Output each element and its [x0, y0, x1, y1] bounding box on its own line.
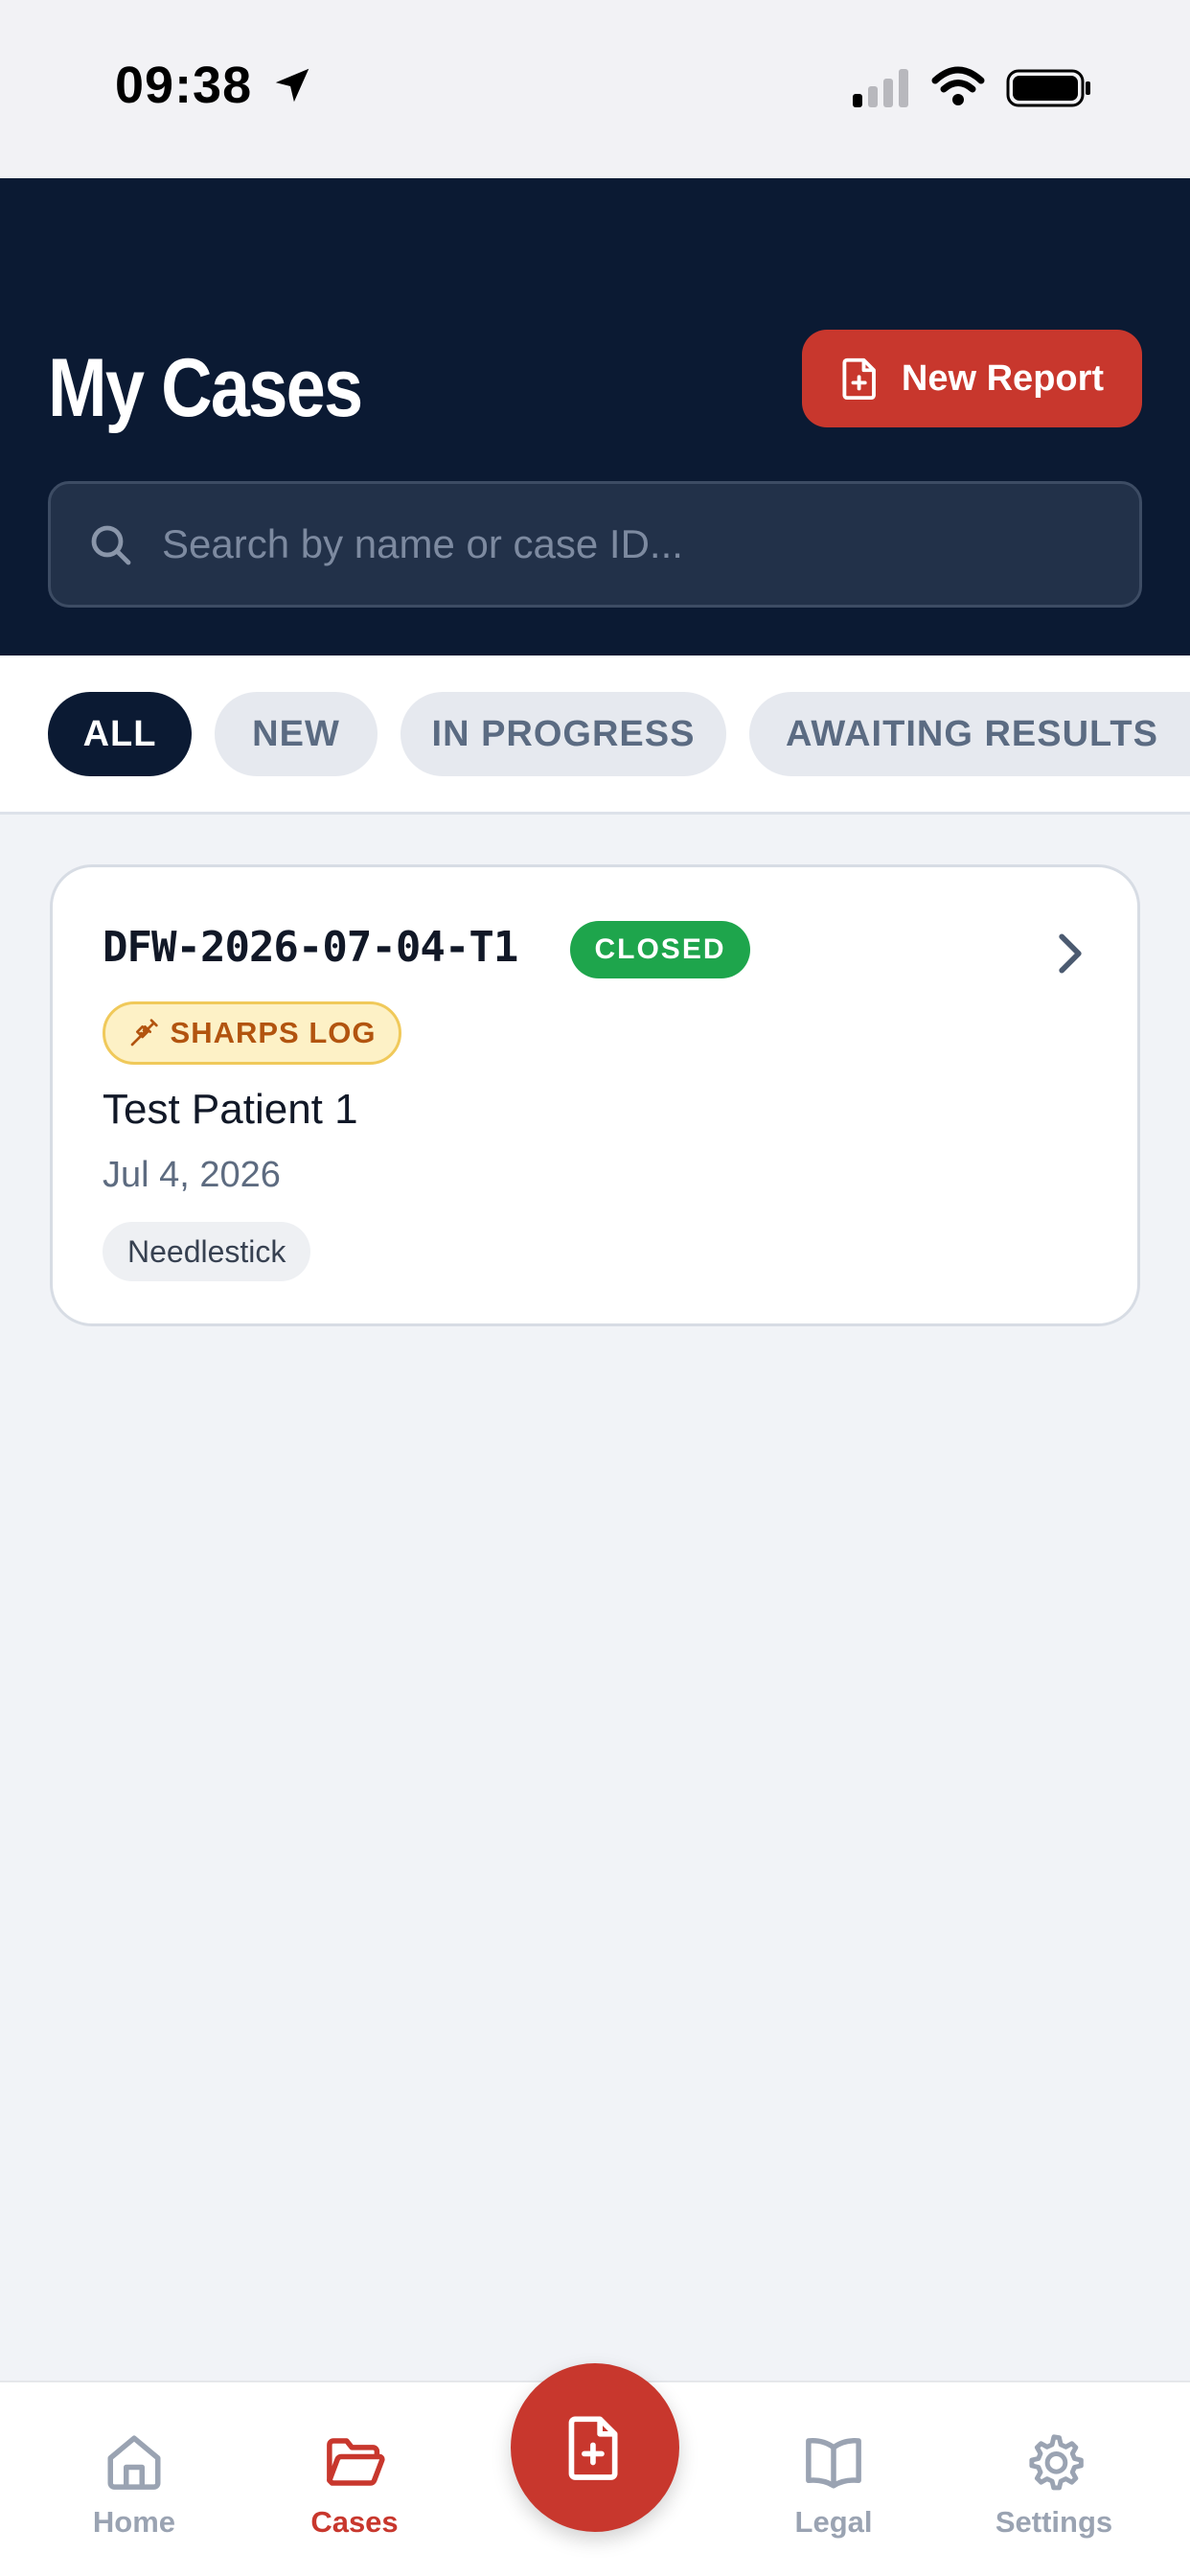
nav-item-settings[interactable]: Settings [958, 2430, 1150, 2545]
cellular-signal-icon [853, 69, 908, 107]
book-icon [806, 2438, 861, 2489]
nav-label-home: Home [92, 2505, 176, 2539]
filter-chip-label: AWAITING RESULTS [786, 713, 1158, 754]
search-input[interactable] [162, 521, 1139, 567]
nav-label-settings: Settings [995, 2505, 1113, 2539]
filter-chip-awaiting-results[interactable]: AWAITING RESULTS [749, 692, 1190, 776]
nav-item-cases[interactable]: Cases [259, 2430, 450, 2545]
filter-chip-all[interactable]: ALL [48, 692, 192, 776]
filter-chip-label: NEW [252, 713, 340, 754]
case-card[interactable]: DFW-2026-07-04-T1 CLOSED SHARPS LOG Test… [50, 864, 1140, 1326]
new-document-icon [842, 357, 876, 401]
filter-bar: ALL NEW IN PROGRESS AWAITING RESULTS [0, 656, 1190, 815]
case-date: Jul 4, 2026 [103, 1155, 281, 1195]
nav-label-legal: Legal [794, 2505, 873, 2539]
search-icon [91, 525, 131, 565]
battery-icon [1006, 69, 1090, 107]
status-time: 09:38 [115, 57, 253, 114]
status-badge: CLOSED [570, 921, 750, 978]
filter-chip-label: ALL [82, 713, 157, 754]
nav-item-legal[interactable]: Legal [738, 2430, 929, 2545]
filter-chip-in-progress[interactable]: IN PROGRESS [400, 692, 726, 776]
tag-label: SHARPS LOG [170, 1016, 377, 1049]
new-document-icon [568, 2416, 618, 2480]
case-id: DFW-2026-07-04-T1 [103, 923, 518, 972]
search-box[interactable] [48, 481, 1142, 608]
gear-icon [1029, 2434, 1084, 2491]
filter-chip-label: IN PROGRESS [431, 713, 696, 754]
location-arrow-icon [275, 68, 309, 103]
patient-name: Test Patient 1 [103, 1086, 358, 1133]
wifi-icon [931, 66, 985, 105]
page-title: My Cases [48, 342, 363, 434]
syringe-icon [130, 1019, 158, 1046]
nav-label-cases: Cases [310, 2505, 399, 2539]
new-report-button[interactable]: New Report [802, 330, 1142, 427]
chevron-right-icon [1059, 933, 1082, 974]
folder-icon [327, 2438, 385, 2486]
category-chip: Needlestick [103, 1222, 311, 1281]
filter-chip-new[interactable]: NEW [215, 692, 378, 776]
new-report-fab[interactable] [511, 2363, 679, 2532]
sharps-log-tag: SHARPS LOG [103, 1001, 401, 1065]
new-report-label: New Report [901, 357, 1105, 399]
nav-item-home[interactable]: Home [38, 2430, 230, 2545]
header: My Cases New Report [0, 178, 1190, 656]
home-icon [107, 2435, 161, 2490]
status-bar: 09:38 [0, 0, 1190, 178]
